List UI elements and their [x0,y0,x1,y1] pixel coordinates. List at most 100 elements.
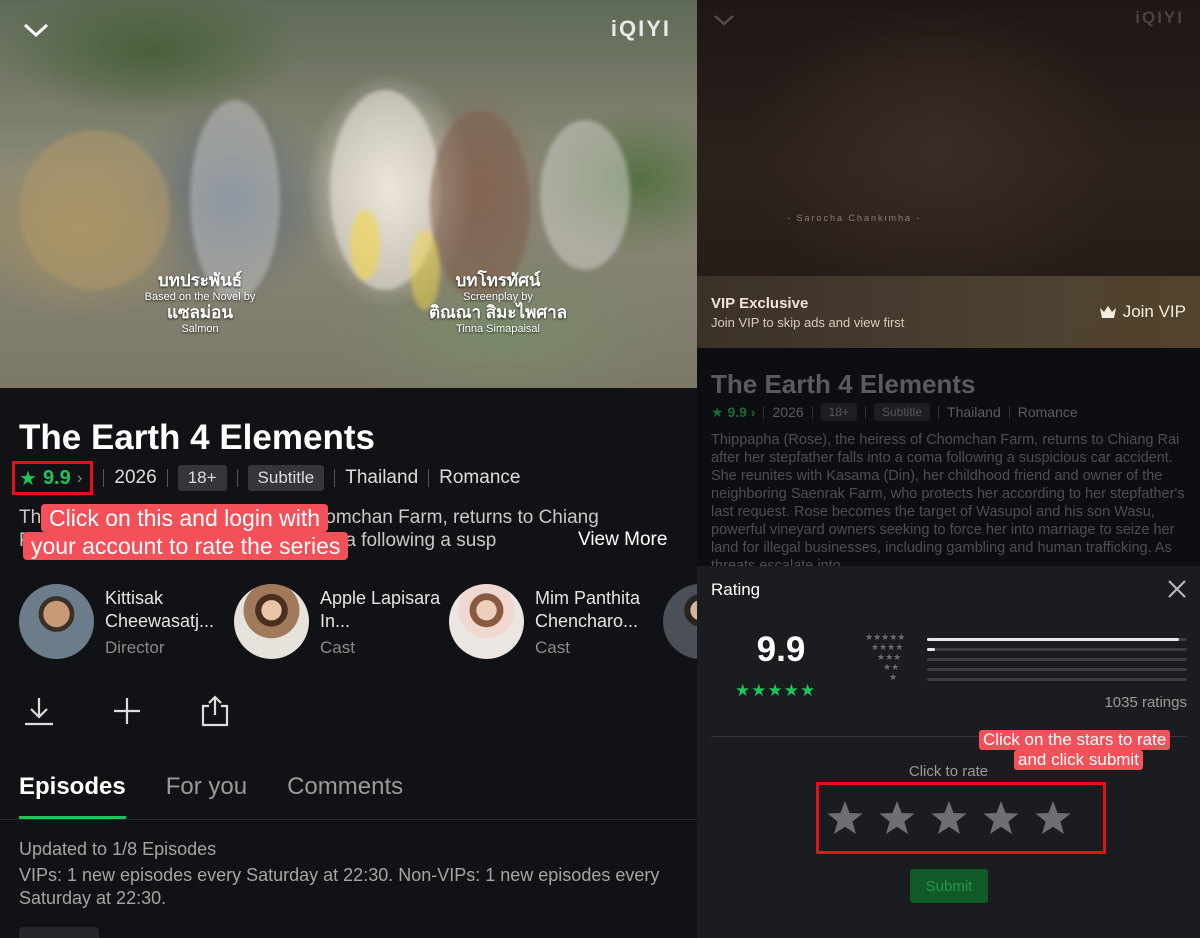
divider [811,405,813,419]
chevron-right-icon: › [746,404,756,420]
cast-list: Kittisak Cheewasatj... Director Apple La… [19,584,697,664]
join-vip-button[interactable]: Join VIP [1099,302,1186,322]
download-icon[interactable] [22,694,56,728]
annotation-callout-1: Click on this and login with [41,504,329,532]
rating-value: 9.9 [727,404,747,420]
star-icon: ★ [711,403,728,420]
chevron-right-icon: › [76,468,83,487]
divider [938,405,940,419]
rating-distribution: ★★★★★ ★★★★ ★★★ ★★ ★ [865,632,1187,694]
release-schedule: VIPs: 1 new episodes every Saturday at 2… [19,865,660,908]
credit-screenplay-name-th: ติณณา สิมะไพศาล [428,303,568,323]
episode-chip[interactable] [19,927,99,938]
cast-role: Cast [320,638,355,657]
divider [865,405,866,419]
year: 2026 [114,467,157,488]
star-rating-input [816,782,1106,854]
video-player[interactable]: iQIYI บทประพันธ์ Based on the Novel by แ… [0,0,697,388]
subtitle-badge: Subtitle [247,465,325,491]
credit-novel-name-en: Salmon [181,322,219,335]
iqiyi-watermark: iQIYI [1135,8,1184,27]
cast-item[interactable] [663,584,697,664]
rate-star-1-icon[interactable] [826,799,864,837]
rate-star-4-icon[interactable] [982,799,1020,837]
collapse-chevron-icon[interactable] [713,12,735,28]
country: Thailand [947,404,1001,420]
vip-title: VIP Exclusive [711,295,809,312]
row-fill [927,638,1180,641]
vip-subtitle: Join VIP to skip ads and view first [711,315,905,330]
crown-icon [1099,306,1116,318]
view-more-link[interactable]: View More [517,529,668,555]
join-vip-label: Join VIP [1122,302,1186,321]
divider [763,405,765,419]
series-title-dimmed: The Earth 4 Elements [711,369,976,399]
submit-button[interactable]: Submit [910,869,988,903]
tab-divider [0,819,697,820]
subtitle-badge: Subtitle [874,403,931,421]
cast-role: Cast [535,638,570,657]
add-icon[interactable] [110,694,144,728]
cast-item[interactable]: Apple Lapisara In... Cast [234,584,449,664]
rate-star-3-icon[interactable] [930,799,968,837]
tab-bar: Episodes For you Comments [19,770,403,820]
row-stars: ★ [889,672,898,682]
distribution-row: ★★★ [865,652,1187,664]
left-screen: iQIYI บทประพันธ์ Based on the Novel by แ… [0,0,697,938]
cast-role: Director [105,638,165,657]
row-track [927,638,1187,641]
vip-banner[interactable]: VIP Exclusive Join VIP to skip ads and v… [697,276,1200,348]
video-player[interactable]: iQIYI - Sarocha Chankimha - [697,0,1200,276]
divider [334,469,336,487]
rating-value: 9.9 [42,466,71,489]
tab-for-you[interactable]: For you [166,770,247,820]
rate-star-5-icon[interactable] [1034,799,1072,837]
rate-star-2-icon[interactable] [878,799,916,837]
credit-screenplay-th: บทโทรทัศน์ [455,271,541,290]
annotation-callout-2: your account to rate the series [23,532,349,560]
episodes-updated: Updated to 1/8 Episodes [19,839,217,859]
credit-novel-name-th: แซลม่อน [167,303,233,323]
avatar [234,584,309,659]
cast-item[interactable]: Mim Panthita Chencharo... Cast [449,584,664,664]
right-screen: iQIYI - Sarocha Chankimha - VIP Exclusiv… [697,0,1200,938]
age-badge: 18+ [177,465,227,491]
row-track [927,658,1187,661]
row-track [927,648,1187,651]
divider [103,469,105,487]
distribution-row: ★★★★ [865,642,1187,654]
avatar [663,584,697,659]
description-dimmed: Thippapha (Rose), the heiress of Chomcha… [711,432,1185,567]
rating-button[interactable]: ★ 9.9 › [12,461,94,495]
annotation-callout-1: Click on the stars to rate [979,730,1171,750]
click-to-rate-label: Click to rate [908,763,989,780]
iqiyi-watermark: iQIYI [610,16,671,41]
credit-novel-th: บทประพันธ์ [157,271,243,290]
distribution-row: ★★★★★ [865,632,1187,644]
cast-name: Mim Panthita Chencharo... [535,588,641,631]
credit-novel-label: Based on the Novel by [144,290,256,303]
distribution-row: ★★ [865,662,1187,674]
divider [166,469,168,487]
share-icon[interactable] [198,694,232,728]
row-fill [927,648,935,651]
age-badge: 18+ [820,403,857,421]
collapse-chevron-icon[interactable] [22,20,50,40]
action-bar [22,694,272,734]
genre: Romance [439,467,521,488]
row-track [927,678,1187,681]
distribution-row: ★ [865,672,1187,684]
credit-novel: บทประพันธ์ Based on the Novel by แซลม่อน… [120,271,280,335]
credit-screenplay: บทโทรทัศน์ Screenplay by ติณณา สิมะไพศาล… [418,271,578,335]
video-credit: - Sarocha Chankimha - [787,213,922,223]
divider [1008,405,1010,419]
avatar [19,584,94,659]
tab-comments[interactable]: Comments [287,770,403,820]
score-stars: ★★★★★ [735,681,817,700]
cast-item[interactable]: Kittisak Cheewasatj... Director [19,584,234,664]
close-icon[interactable] [1166,578,1188,600]
tab-episodes[interactable]: Episodes [19,770,126,820]
credit-screenplay-name-en: Tinna Simapaisal [456,322,540,335]
avatar [449,584,524,659]
genre: Romance [1017,404,1078,420]
